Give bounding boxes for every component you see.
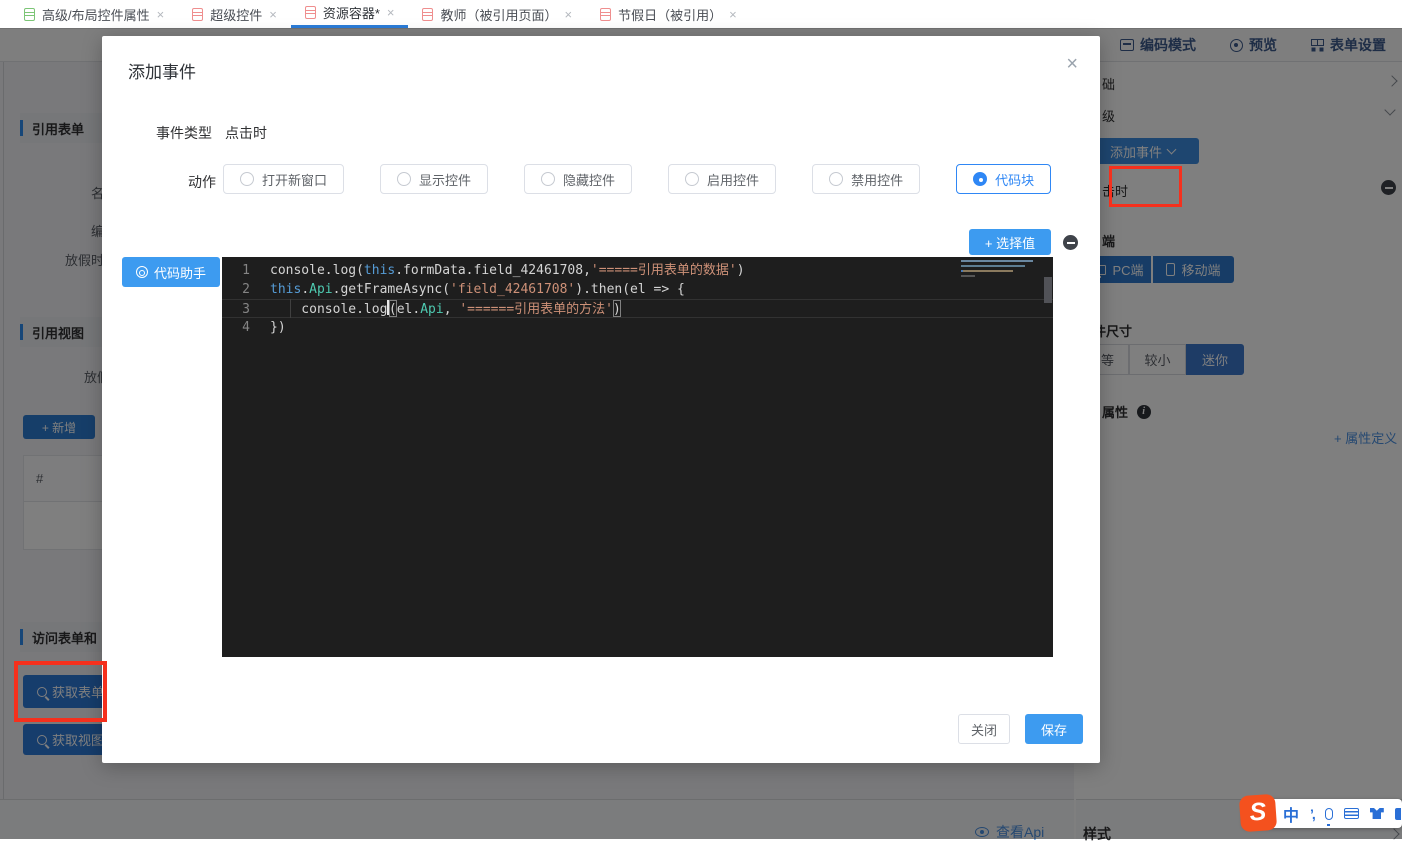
radio-enable-control[interactable]: 启用控件 <box>668 164 776 194</box>
code-token: .getFrameAsync( <box>333 280 450 299</box>
code-token: ).then(el => { <box>575 280 685 299</box>
minimap <box>961 260 1039 280</box>
remove-code-block-icon[interactable] <box>1063 235 1078 250</box>
radio-label: 代码块 <box>995 170 1034 189</box>
code-token: el. <box>397 300 420 317</box>
radio-disable-control[interactable]: 禁用控件 <box>812 164 920 194</box>
close-icon[interactable]: × <box>565 8 573 21</box>
radio-label: 启用控件 <box>707 170 759 189</box>
event-type-value: 点击时 <box>225 123 267 143</box>
tab-label: 超级控件 <box>210 5 262 24</box>
radio-icon <box>541 172 555 186</box>
line-number: 3 <box>222 300 270 317</box>
save-button-label: 保存 <box>1041 720 1067 739</box>
code-token: '======引用表单的方法' <box>459 300 613 317</box>
document-icon <box>305 6 316 19</box>
code-line-3-current: 3 console.log(el.Api, '======引用表单的方法') <box>222 299 1053 318</box>
tab-teacher[interactable]: 教师（被引用页面） × <box>408 0 586 28</box>
code-line-1: 1console.log(this.formData.field_4246170… <box>222 261 1053 280</box>
ime-language-toggle[interactable]: 中 <box>1283 802 1299 826</box>
code-helper-icon <box>136 266 148 278</box>
modal-close-button[interactable]: 关闭 <box>958 714 1010 744</box>
modal-save-button[interactable]: 保存 <box>1025 714 1083 744</box>
keyboard-icon[interactable] <box>1344 808 1359 819</box>
action-radio-group: 打开新窗口 显示控件 隐藏控件 启用控件 禁用控件 代码块 <box>223 164 1051 194</box>
tab-label: 教师（被引用页面） <box>440 5 557 24</box>
line-number: 4 <box>222 318 270 337</box>
close-icon[interactable]: × <box>387 6 395 19</box>
editor-scrollbar[interactable] <box>1043 257 1053 657</box>
more-icon[interactable] <box>1395 808 1401 820</box>
code-token: ) <box>613 300 621 317</box>
document-icon <box>192 8 203 21</box>
close-icon[interactable]: × <box>157 8 165 21</box>
modal-title: 添加事件 <box>128 58 196 83</box>
code-token: 'field_42461708' <box>450 280 575 299</box>
code-token: console.log( <box>270 261 364 280</box>
code-token: Api <box>420 300 443 317</box>
code-token: .formData.field_42461708, <box>395 261 591 280</box>
tab-label: 资源容器* <box>323 3 380 22</box>
select-value-button[interactable]: + 选择值 <box>969 229 1051 255</box>
skin-icon[interactable] <box>1370 808 1384 819</box>
code-helper-button[interactable]: 代码助手 <box>122 257 220 287</box>
annotation-box-event <box>1109 166 1182 207</box>
code-token: ) <box>737 261 745 280</box>
modal-close-icon[interactable]: × <box>1066 54 1078 74</box>
radio-icon <box>685 172 699 186</box>
close-icon[interactable]: × <box>729 8 737 21</box>
tab-super-control[interactable]: 超级控件 × <box>178 0 291 28</box>
code-token: Api <box>309 280 332 299</box>
code-token: '=====引用表单的数据' <box>591 261 737 280</box>
radio-icon <box>397 172 411 186</box>
code-area: 1console.log(this.formData.field_4246170… <box>222 257 1053 337</box>
tab-bar: 高级/布局控件属性 × 超级控件 × 资源容器* × 教师（被引用页面） × 节… <box>0 0 1402 28</box>
document-icon <box>422 8 433 21</box>
action-label: 动作 <box>188 172 216 192</box>
code-token: console.log <box>270 300 387 317</box>
scrollbar-thumb[interactable] <box>1044 277 1052 303</box>
select-value-label: + 选择值 <box>985 236 1035 251</box>
code-token: ( <box>389 300 397 317</box>
add-event-modal: 添加事件 × 事件类型 点击时 动作 打开新窗口 显示控件 隐藏控件 启用控件 … <box>102 36 1100 763</box>
code-token: }) <box>270 318 286 337</box>
code-token: . <box>301 280 309 299</box>
radio-show-control[interactable]: 显示控件 <box>380 164 488 194</box>
code-line-2: 2this.Api.getFrameAsync('field_42461708'… <box>222 280 1053 299</box>
microphone-icon[interactable] <box>1325 808 1333 820</box>
annotation-box-get-form <box>14 661 107 722</box>
tab-label: 高级/布局控件属性 <box>42 5 150 24</box>
line-number: 2 <box>222 280 270 299</box>
code-token: this <box>270 280 301 299</box>
ime-toolbar: S 中 ’, <box>1243 799 1402 828</box>
code-token: , <box>444 300 460 317</box>
radio-code-block[interactable]: 代码块 <box>956 164 1051 194</box>
radio-label: 隐藏控件 <box>563 170 615 189</box>
ime-punctuation-toggle[interactable]: ’, <box>1310 806 1314 822</box>
code-token: this <box>364 261 395 280</box>
code-helper-label: 代码助手 <box>154 263 206 282</box>
radio-hide-control[interactable]: 隐藏控件 <box>524 164 632 194</box>
event-type-label: 事件类型 <box>156 123 212 143</box>
radio-icon <box>829 172 843 186</box>
tab-label: 节假日（被引用） <box>618 5 722 24</box>
tab-holiday[interactable]: 节假日（被引用） × <box>586 0 751 28</box>
line-number: 1 <box>222 261 270 280</box>
radio-label: 禁用控件 <box>851 170 903 189</box>
tab-resource-container-active[interactable]: 资源容器* × <box>291 0 409 28</box>
radio-icon <box>240 172 254 186</box>
indent-guide <box>290 299 291 318</box>
radio-label: 显示控件 <box>419 170 471 189</box>
document-icon <box>24 8 35 21</box>
close-icon[interactable]: × <box>269 8 277 21</box>
code-editor[interactable]: 1console.log(this.formData.field_4246170… <box>222 257 1053 657</box>
radio-icon <box>973 172 987 186</box>
code-line-4: 4}) <box>222 318 1053 337</box>
radio-open-window[interactable]: 打开新窗口 <box>223 164 344 194</box>
tab-advanced-layout-props[interactable]: 高级/布局控件属性 × <box>10 0 178 28</box>
document-icon <box>600 8 611 21</box>
sogou-logo-icon[interactable]: S <box>1239 794 1277 832</box>
radio-label: 打开新窗口 <box>262 170 327 189</box>
close-button-label: 关闭 <box>971 720 997 739</box>
